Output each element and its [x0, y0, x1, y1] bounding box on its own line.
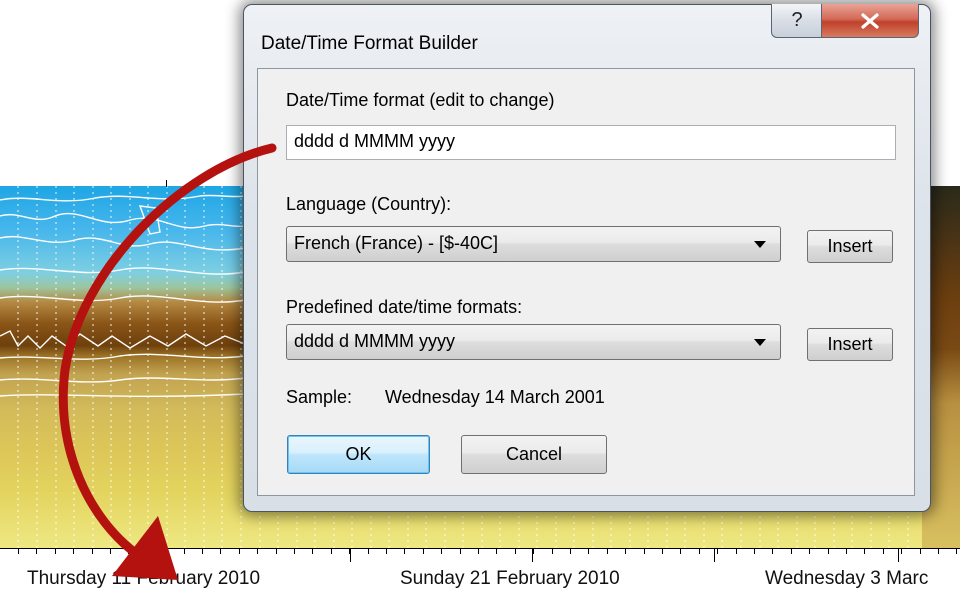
- arrow-shaft: [58, 143, 277, 560]
- curved-arrow-icon: [58, 143, 277, 580]
- arrow-head: [112, 516, 178, 580]
